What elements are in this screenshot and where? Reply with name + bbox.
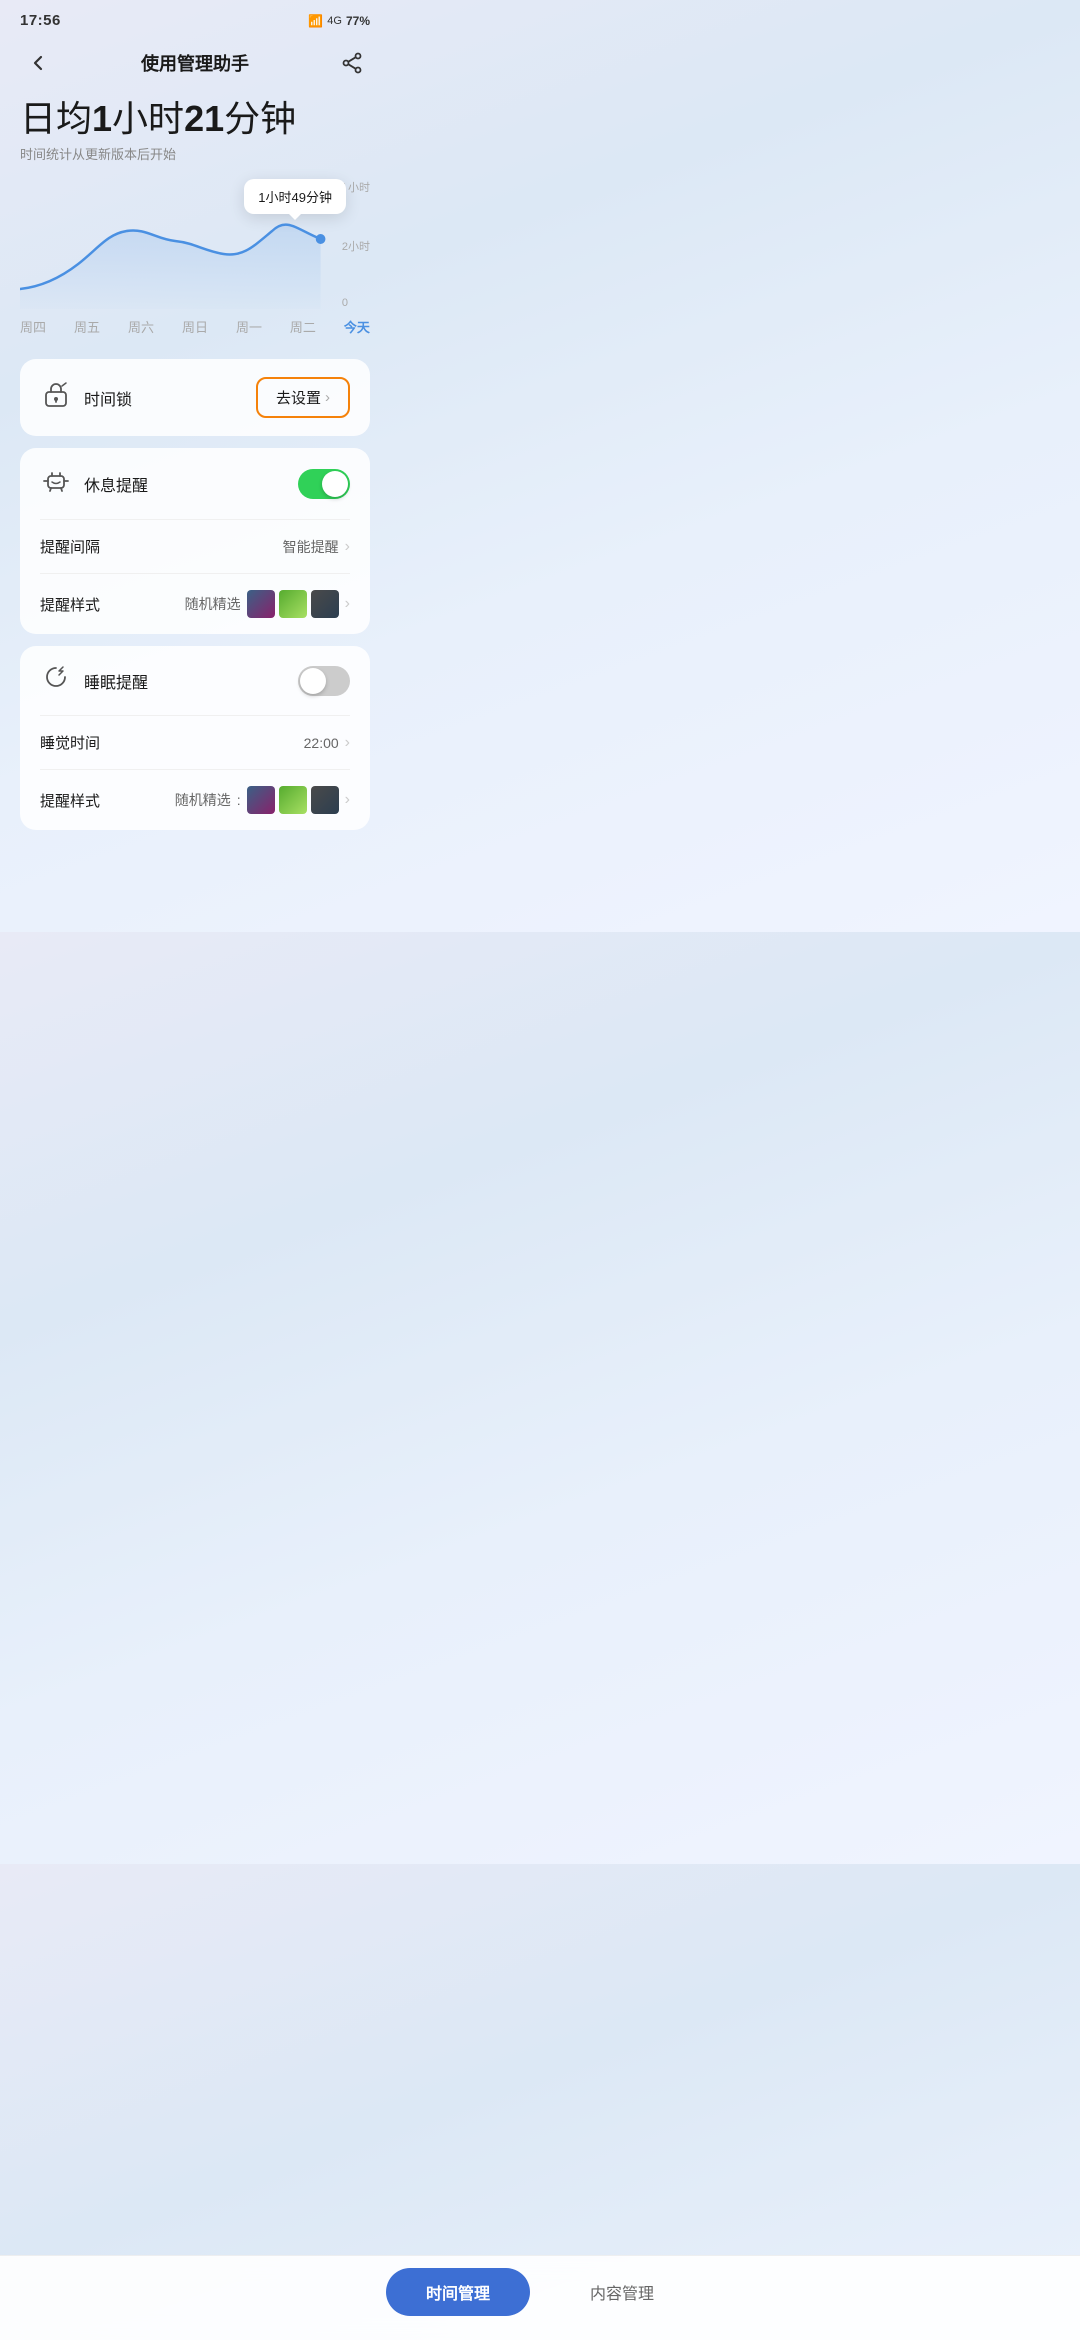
x-label-sat: 周六 <box>128 317 154 336</box>
signal-icon: 📶 <box>308 14 323 28</box>
sleep-style-value: 随机精选 : › <box>175 786 350 814</box>
toggle-knob <box>322 471 348 497</box>
thumb-2 <box>279 590 307 618</box>
sleep-time-row[interactable]: 睡觉时间 22:00 › <box>20 716 370 769</box>
sleep-reminder-label: 睡眠提醒 <box>84 669 148 693</box>
rest-reminder-card: 休息提醒 提醒间隔 智能提醒 › 提醒样式 随机精选 <box>20 448 370 634</box>
rest-reminder-left: 休息提醒 <box>40 466 148 501</box>
sleep-style-thumbnails <box>247 786 339 814</box>
tab-content-management[interactable]: 内容管理 <box>550 2268 694 2316</box>
status-icons: 📶 4G 77% <box>308 14 370 28</box>
time-lock-left: 时间锁 <box>40 380 132 415</box>
rest-reminder-toggle[interactable] <box>298 469 350 499</box>
thumb-3 <box>311 590 339 618</box>
x-label-mon: 周一 <box>236 317 262 336</box>
sleep-reminder-row: 睡眠提醒 <box>20 646 370 715</box>
sleep-style-chevron: › <box>345 791 350 809</box>
sleep-icon <box>40 664 72 697</box>
status-bar: 17:56 📶 4G 77% <box>0 0 390 37</box>
x-label-sun: 周日 <box>182 317 208 336</box>
daily-num2: 21 <box>184 98 224 139</box>
x-label-fri: 周五 <box>74 317 100 336</box>
y-label-mid: 2小时 <box>342 238 370 254</box>
usage-chart: / 小时 2小时 0 1小时49分钟 <box>20 179 370 339</box>
x-label-thu: 周四 <box>20 317 46 336</box>
battery-text: 77% <box>346 14 370 28</box>
y-label-top: / 小时 <box>342 179 370 195</box>
time-lock-icon <box>40 380 72 415</box>
time-lock-label: 时间锁 <box>84 386 132 410</box>
sleep-reminder-left: 睡眠提醒 <box>40 664 148 697</box>
chart-x-labels: 周四 周五 周六 周日 周一 周二 今天 <box>20 309 370 336</box>
rest-reminder-icon <box>40 466 72 501</box>
reminder-style-label: 提醒样式 <box>40 594 100 615</box>
interval-chevron: › <box>345 538 350 556</box>
share-button[interactable] <box>334 45 370 81</box>
y-label-bot: 0 <box>342 297 370 309</box>
chart-y-labels: / 小时 2小时 0 <box>342 179 370 309</box>
style-value-text: 随机精选 <box>185 594 241 614</box>
style-chevron: › <box>345 595 350 613</box>
x-label-tue: 周二 <box>290 317 316 336</box>
sleep-time-text: 22:00 <box>304 735 339 751</box>
sleep-time-label: 睡觉时间 <box>40 732 100 753</box>
time-lock-row: 时间锁 去设置 › <box>20 359 370 436</box>
cards-section: 时间锁 去设置 › <box>20 359 370 830</box>
bottom-tab-bar: 时间管理 内容管理 <box>0 2255 1080 2340</box>
go-set-chevron: › <box>325 389 330 406</box>
back-button[interactable] <box>20 45 56 81</box>
sleep-thumb-1 <box>247 786 275 814</box>
page-title: 使用管理助手 <box>141 50 249 76</box>
sleep-reminder-card: 睡眠提醒 睡觉时间 22:00 › 提醒样式 随机精选 : <box>20 646 370 830</box>
thumb-1 <box>247 590 275 618</box>
sleep-thumb-2 <box>279 786 307 814</box>
reminder-interval-value: 智能提醒 › <box>283 537 350 557</box>
chart-area: / 小时 2小时 0 1小时49分钟 <box>20 179 370 309</box>
reminder-interval-row[interactable]: 提醒间隔 智能提醒 › <box>20 520 370 573</box>
wifi-icon: 4G <box>327 15 342 27</box>
daily-label3: 分钟 <box>224 98 296 139</box>
sleep-reminder-toggle[interactable] <box>298 666 350 696</box>
sleep-toggle-knob <box>300 668 326 694</box>
reminder-style-row[interactable]: 提醒样式 随机精选 › <box>20 574 370 634</box>
chart-svg <box>20 179 340 309</box>
sleep-style-label: 提醒样式 <box>40 790 100 811</box>
sleep-time-value: 22:00 › <box>304 734 350 752</box>
daily-num1: 1 <box>92 98 112 139</box>
interval-value-text: 智能提醒 <box>283 537 339 557</box>
reminder-interval-label: 提醒间隔 <box>40 536 100 557</box>
x-label-today: 今天 <box>344 317 370 336</box>
daily-avg-section: 日均1小时21分钟 时间统计从更新版本后开始 <box>20 97 370 163</box>
main-content: 日均1小时21分钟 时间统计从更新版本后开始 / 小时 2小时 0 1小时49分… <box>0 97 390 932</box>
tab-time-management[interactable]: 时间管理 <box>386 2268 530 2316</box>
sleep-time-chevron: › <box>345 734 350 752</box>
rest-reminder-label: 休息提醒 <box>84 472 148 496</box>
daily-label1: 日均 <box>20 98 92 139</box>
daily-label2: 小时 <box>112 98 184 139</box>
daily-avg-subtitle: 时间统计从更新版本后开始 <box>20 144 370 163</box>
nav-bar: 使用管理助手 <box>0 37 390 97</box>
sleep-thumb-3 <box>311 786 339 814</box>
style-thumbnails <box>247 590 339 618</box>
rest-reminder-row: 休息提醒 <box>20 448 370 519</box>
go-set-button[interactable]: 去设置 › <box>256 377 350 418</box>
reminder-style-value: 随机精选 › <box>185 590 350 618</box>
sleep-style-separator: : <box>237 792 241 808</box>
status-time: 17:56 <box>20 12 61 29</box>
sleep-style-text: 随机精选 <box>175 790 231 810</box>
daily-avg-title: 日均1小时21分钟 <box>20 97 370 140</box>
sleep-style-row[interactable]: 提醒样式 随机精选 : › <box>20 770 370 830</box>
time-lock-card: 时间锁 去设置 › <box>20 359 370 436</box>
